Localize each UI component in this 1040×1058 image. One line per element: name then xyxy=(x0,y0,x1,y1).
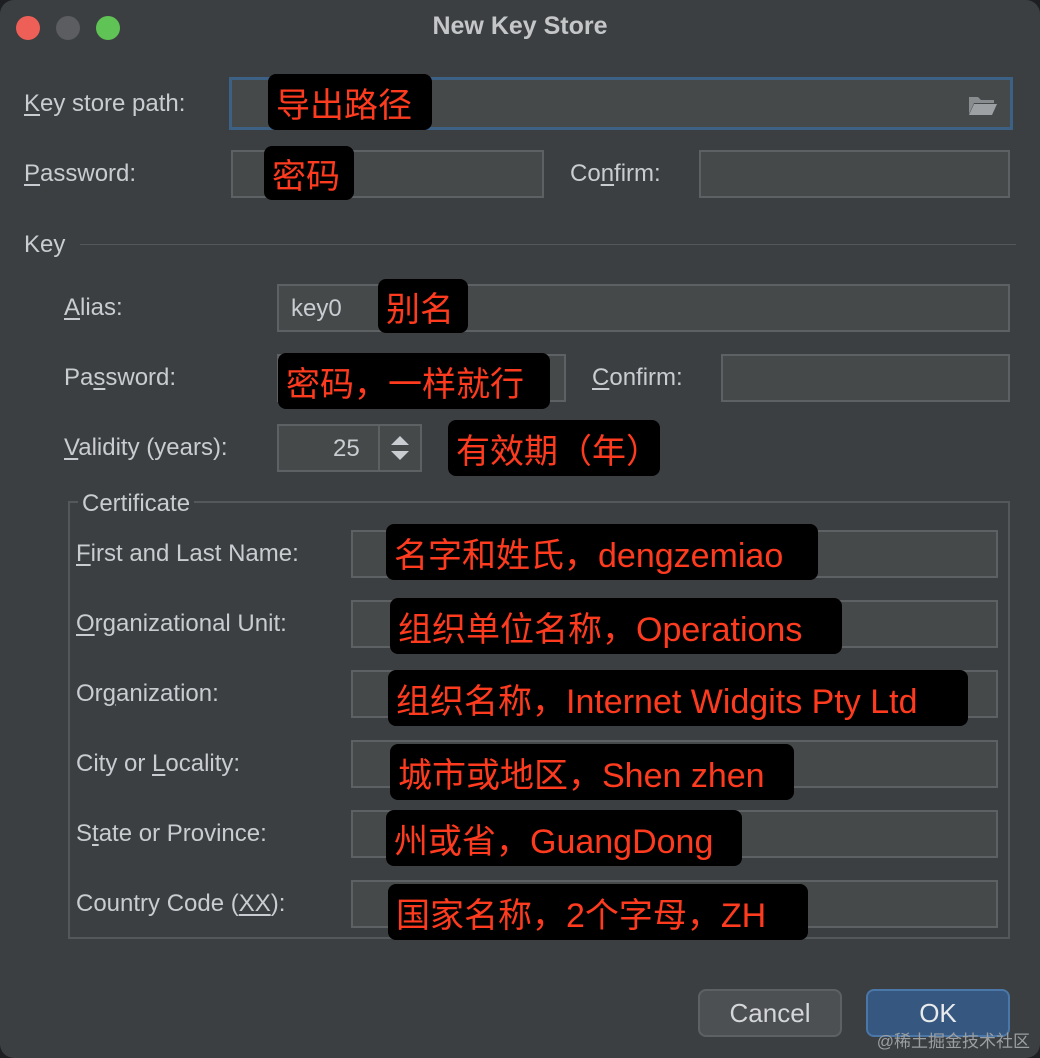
annotation-alias: 别名 xyxy=(378,279,468,333)
validity-value: 25 xyxy=(333,435,360,462)
state-label: State or Province: xyxy=(76,820,267,847)
first-last-name-label: First and Last Name: xyxy=(76,540,299,567)
org-unit-label: Organizational Unit: xyxy=(76,610,287,637)
folder-open-icon[interactable] xyxy=(968,94,998,116)
city-label: City or Locality: xyxy=(76,750,241,777)
key-password-label: Password: xyxy=(64,364,177,391)
organization-label: Organization: xyxy=(76,680,219,707)
annotation-password: 密码 xyxy=(264,146,354,200)
validity-label: Validity (years): xyxy=(64,434,228,461)
alias-label: Alias: xyxy=(64,294,123,321)
key-confirm-input[interactable] xyxy=(721,354,1010,402)
annotation-city: 城市或地区，Shen zhen xyxy=(390,744,794,800)
certificate-group-title: Certificate xyxy=(78,490,195,518)
keystore-password-label: Password: xyxy=(24,160,137,187)
annotation-state: 州或省，GuangDong xyxy=(386,810,742,866)
watermark: @稀土掘金技术社区 xyxy=(876,1032,1030,1051)
keystore-confirm-label: Confirm: xyxy=(570,160,661,187)
annotation-first-last: 名字和姓氏，dengzemiao xyxy=(386,524,818,580)
key-store-path-label: Key store path: xyxy=(24,90,186,117)
annotation-country: 国家名称，2个字母，ZH xyxy=(388,884,808,940)
spinner-arrows-icon[interactable] xyxy=(378,426,420,472)
annotation-org-unit: 组织单位名称，Operations xyxy=(390,598,842,654)
keystore-confirm-input[interactable] xyxy=(699,150,1010,198)
annotation-validity: 有效期（年） xyxy=(448,420,660,476)
key-confirm-label: Confirm: xyxy=(592,364,683,391)
key-section-separator xyxy=(80,244,1016,245)
new-key-store-dialog: New Key Store Key store path: 导出路径 Passw… xyxy=(0,0,1040,1058)
country-code-label: Country Code (XX): xyxy=(76,890,286,917)
key-section-title: Key xyxy=(24,231,66,258)
cancel-button[interactable]: Cancel xyxy=(698,989,842,1037)
dialog-title: New Key Store xyxy=(432,12,608,40)
title-bar: New Key Store xyxy=(0,0,1040,56)
annotation-org: 组织名称，Internet Widgits Pty Ltd xyxy=(388,670,968,726)
annotation-key-password: 密码，一样就行 xyxy=(278,353,550,409)
annotation-path: 导出路径 xyxy=(268,74,432,130)
alias-value: key0 xyxy=(291,295,342,322)
